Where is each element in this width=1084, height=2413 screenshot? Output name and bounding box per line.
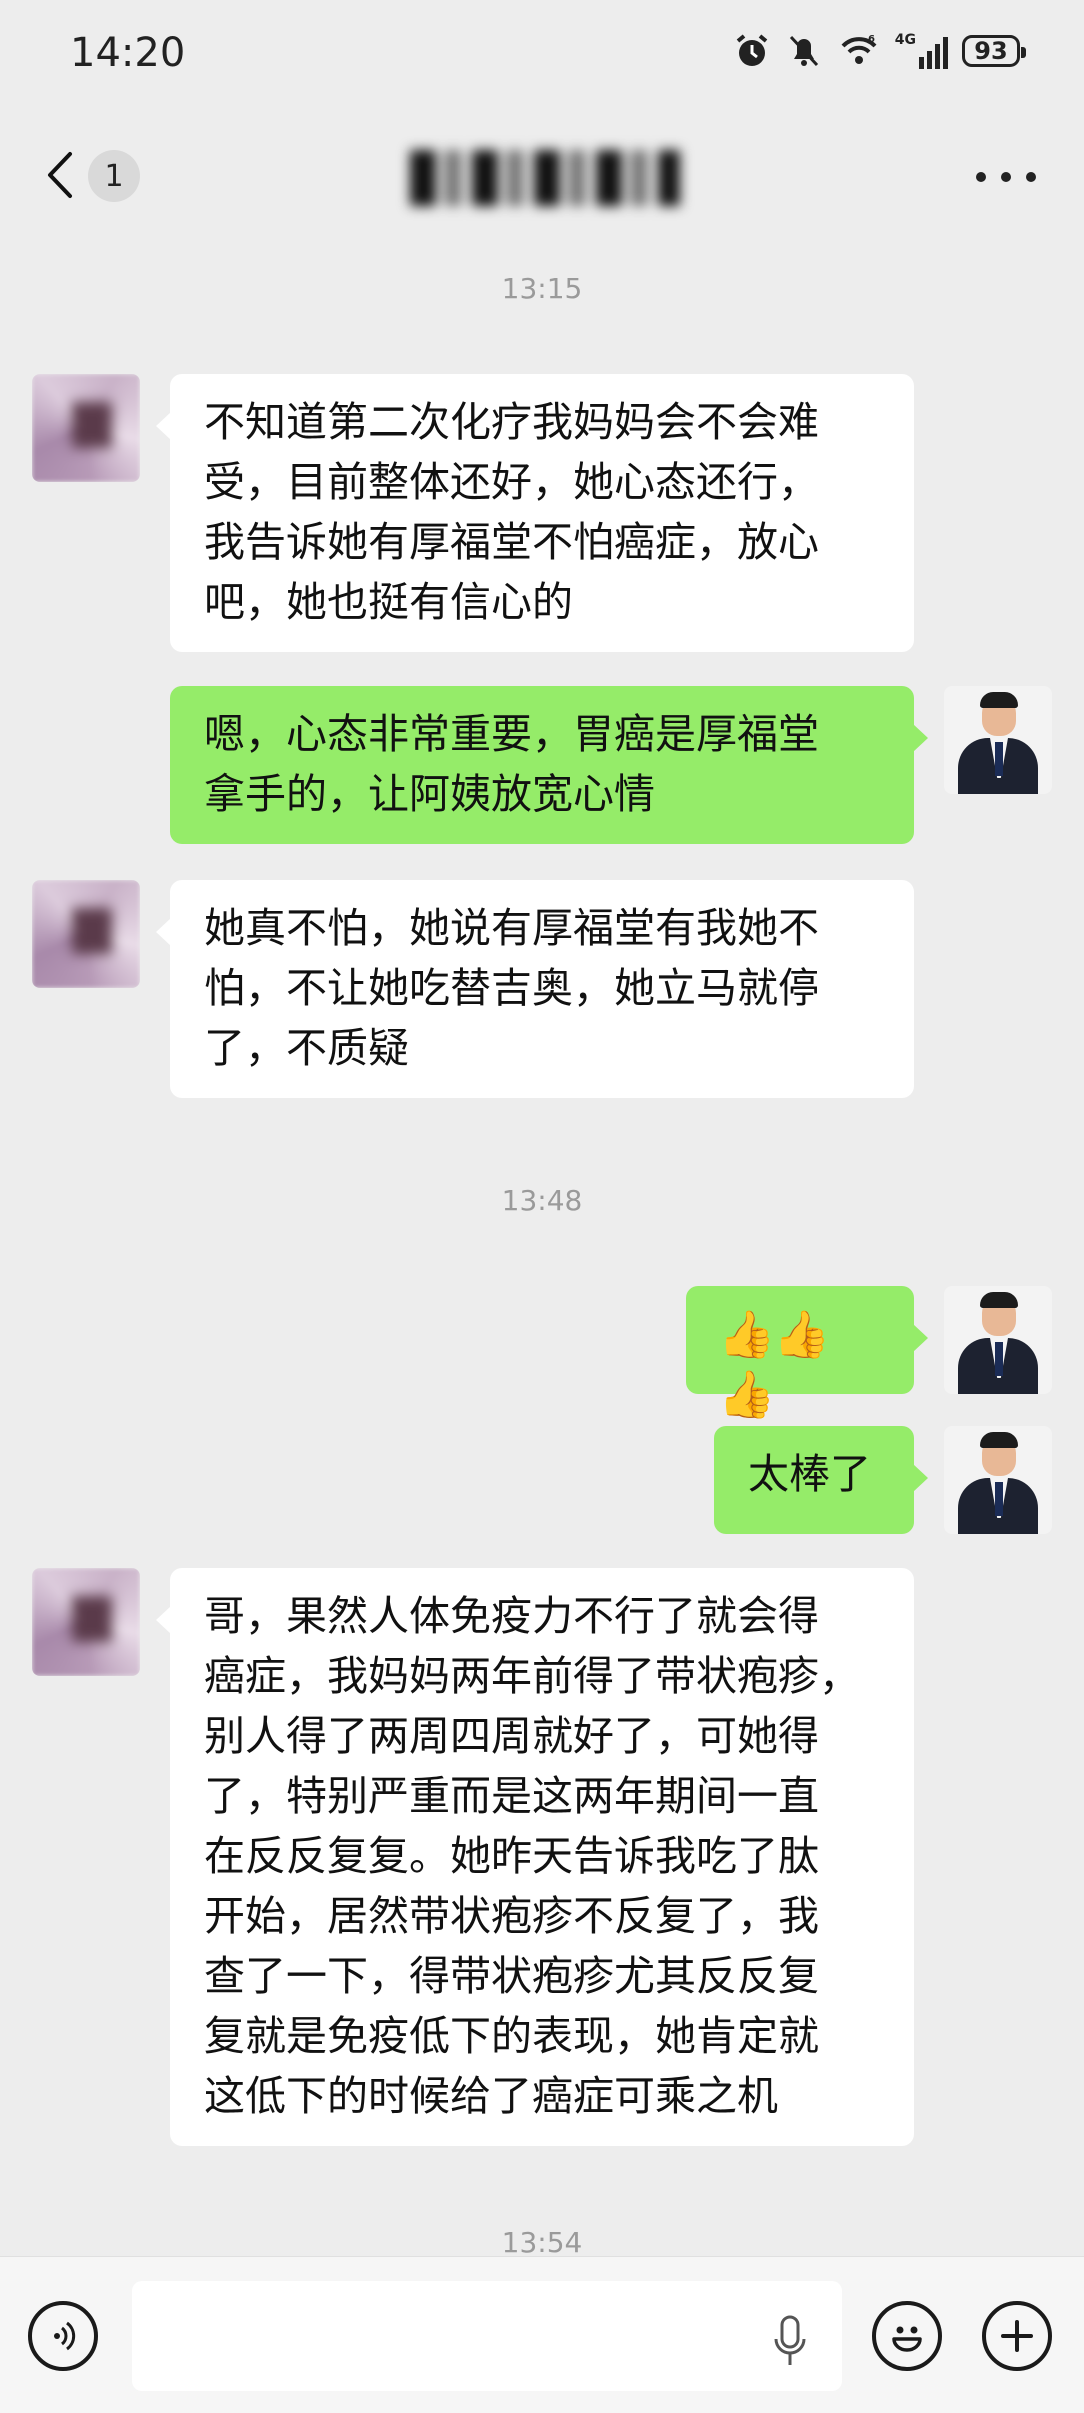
avatar-contact[interactable] [32,880,140,988]
timestamp: 13:15 [501,272,583,305]
timestamp: 13:48 [501,1184,583,1217]
wifi-icon: 6 [841,34,877,64]
mute-bell-icon [789,35,818,67]
network-label: 4G [894,32,916,48]
avatar-self[interactable] [944,1286,1052,1394]
contact-avatar-image [32,880,140,988]
battery-level: 93 [974,37,1008,65]
alarm-icon [736,34,768,66]
more-dots-icon[interactable] [976,172,1036,186]
battery-icon: 93 [962,35,1026,67]
input-bar [0,2256,1084,2413]
avatar-self[interactable] [944,686,1052,794]
avatar-contact[interactable] [32,374,140,482]
avatar-self[interactable] [944,1426,1052,1534]
status-time: 14:20 [70,30,186,76]
chat-header: 1 [0,120,1084,230]
message-received[interactable]: 哥，果然人体免疫力不行了就会得 癌症，我妈妈两年前得了带状疱疹， 别人得了两周四… [156,1568,914,2146]
voice-icon[interactable] [28,2301,98,2371]
plus-icon[interactable] [982,2301,1052,2371]
message-sent-emoji[interactable]: 👍👍👍 [686,1286,928,1421]
message-received[interactable]: 不知道第二次化疗我妈妈会不会难 受，目前整体还好，她心态还行， 我告诉她有厚福堂… [156,374,914,652]
signal-icon: 4G [895,33,948,69]
message-sent[interactable]: 太棒了 [714,1426,928,1534]
emoji-icon[interactable] [872,2301,942,2371]
unread-count-badge[interactable]: 1 [88,150,140,202]
message-sent[interactable]: 嗯，心态非常重要，胃癌是厚福堂 拿手的，让阿姨放宽心情 [170,686,928,844]
message-input[interactable] [132,2281,842,2391]
status-bar: 14:20 6 4G 93 [0,0,1084,110]
svg-text:6: 6 [868,34,875,45]
back-chevron-icon[interactable] [40,150,80,200]
chat-title[interactable] [410,150,680,206]
avatar-contact[interactable] [32,1568,140,1676]
timestamp: 13:54 [501,2226,583,2259]
contact-avatar-image [32,374,140,482]
mic-icon[interactable] [770,2313,810,2369]
status-icons: 6 4G 93 [733,32,1026,70]
contact-avatar-image [32,1568,140,1676]
message-received[interactable]: 她真不怕，她说有厚福堂有我她不 怕，不让她吃替吉奥，她立马就停 了，不质疑 [156,880,914,1098]
